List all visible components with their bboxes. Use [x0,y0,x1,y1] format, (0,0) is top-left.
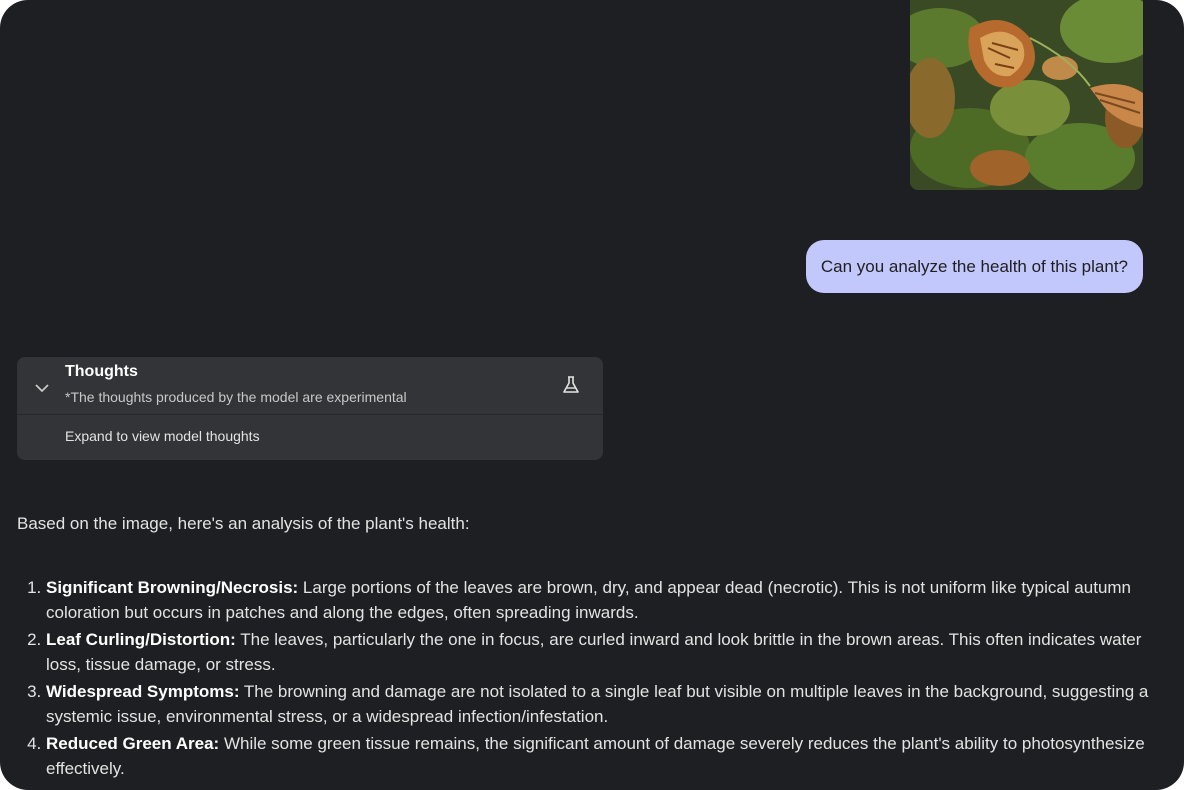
list-item: Leaf Curling/Distortion: The leaves, par… [46,628,1166,677]
plant-photo[interactable] [910,0,1143,190]
user-message-bubble: Can you analyze the health of this plant… [805,240,1143,293]
flask-icon [563,376,579,393]
list-item: Significant Browning/Necrosis: Large por… [46,576,1166,625]
thoughts-toggle[interactable]: Thoughts *The thoughts produced by the m… [17,357,603,415]
thoughts-panel: Thoughts *The thoughts produced by the m… [17,357,603,460]
user-message-text: Can you analyze the health of this plant… [820,257,1128,276]
thoughts-title: Thoughts [65,363,138,380]
list-item-heading: Reduced Green Area: [46,734,220,753]
response-list: Significant Browning/Necrosis: Large por… [17,576,1166,784]
list-item: Reduced Green Area: While some green tis… [46,732,1166,781]
plant-photo-image [910,0,1143,190]
list-item-heading: Leaf Curling/Distortion: [46,630,236,649]
chevron-down-icon [35,384,49,393]
list-item-heading: Significant Browning/Necrosis: [46,578,299,597]
chat-window: Can you analyze the health of this plant… [0,0,1184,790]
thoughts-subtitle: *The thoughts produced by the model are … [65,389,407,405]
expand-thoughts-link[interactable]: Expand to view model thoughts [65,428,260,444]
list-item: Widespread Symptoms: The browning and da… [46,680,1166,729]
list-item-heading: Widespread Symptoms: [46,682,240,701]
response-intro: Based on the image, here's an analysis o… [17,514,470,533]
